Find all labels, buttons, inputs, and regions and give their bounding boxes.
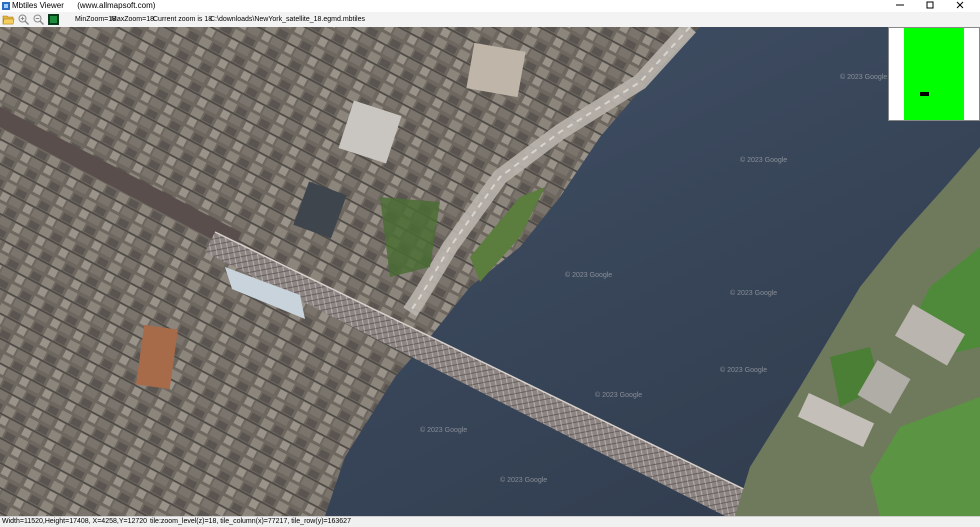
minimap-position-marker <box>920 92 929 96</box>
open-folder-button[interactable] <box>2 13 15 26</box>
map-watermark: © 2023 Google <box>730 289 777 297</box>
app-name: Mbtiles Viewer <box>12 1 64 10</box>
zoom-out-icon <box>33 14 44 25</box>
maximize-button[interactable] <box>915 0 945 12</box>
zoom-in-button[interactable] <box>17 13 30 26</box>
tower-roof <box>466 42 526 98</box>
app-logo-button[interactable] <box>47 13 60 26</box>
close-icon <box>956 1 964 9</box>
maximize-icon <box>926 1 934 9</box>
open-folder-icon <box>2 15 15 25</box>
map-watermark: © 2023 Google <box>500 476 547 484</box>
map-watermark: © 2023 Google <box>595 391 642 399</box>
overview-minimap[interactable] <box>888 27 980 121</box>
current-zoom-label: Current zoom is 18 <box>153 16 213 23</box>
file-path-label: C:\downloads\NewYork_satellite_18.egmd.m… <box>210 16 365 23</box>
map-watermark: © 2023 Google <box>840 73 887 81</box>
minimap-viewport[interactable] <box>904 28 964 120</box>
map-watermark: © 2023 Google <box>565 271 612 279</box>
map-watermark: © 2023 Google <box>420 426 467 434</box>
zoom-out-button[interactable] <box>32 13 45 26</box>
max-zoom-label: MaxZoom=18 <box>111 16 154 23</box>
map-watermark: © 2023 Google <box>740 156 787 164</box>
map-canvas[interactable]: © 2023 Google © 2023 Google © 2023 Googl… <box>0 27 980 516</box>
minimize-button[interactable] <box>885 0 915 12</box>
app-logo-icon <box>48 14 59 25</box>
website-label: (www.allmapsoft.com) <box>77 1 156 10</box>
zoom-in-icon <box>18 14 29 25</box>
status-bar: Width=11520,Height=17408, X=4258,Y=12720… <box>0 516 980 527</box>
window-title: Mbtiles Viewer (www.allmapsoft.com) <box>12 0 155 12</box>
minimize-icon <box>896 4 904 6</box>
map-watermark: © 2023 Google <box>720 366 767 374</box>
satellite-imagery: © 2023 Google © 2023 Google © 2023 Googl… <box>0 27 980 516</box>
app-window-icon <box>2 2 10 10</box>
title-bar: Mbtiles Viewer (www.allmapsoft.com) <box>0 0 980 12</box>
toolbar: MinZoom=18 MaxZoom=18 Current zoom is 18… <box>0 12 980 28</box>
close-button[interactable] <box>945 0 975 12</box>
min-zoom-label: MinZoom=18 <box>75 16 117 23</box>
